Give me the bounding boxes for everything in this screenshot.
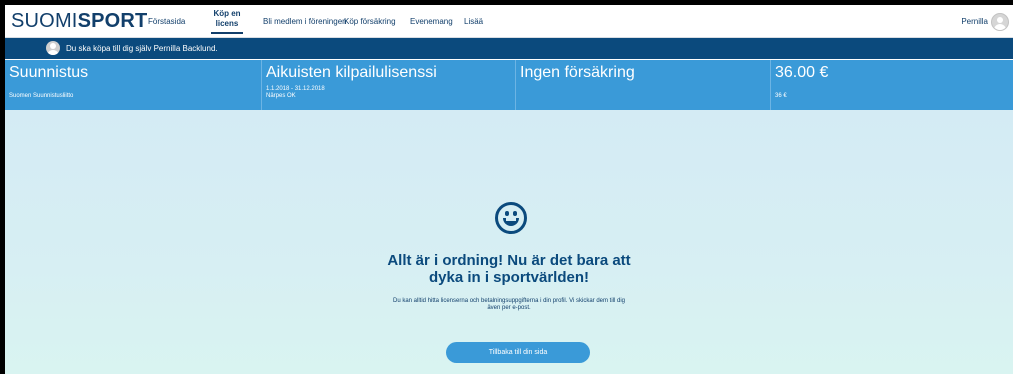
summary-insurance: Ingen försäkring <box>516 60 771 110</box>
nav-item-lisaa[interactable]: Lisää <box>464 17 483 26</box>
nav-item-evenemang[interactable]: Evenemang <box>410 17 453 26</box>
nav-active-line2: licens <box>215 19 239 28</box>
logo[interactable]: SUOMISPORT <box>11 10 147 33</box>
license-title: Aikuisten kilpailulisenssi <box>266 64 437 81</box>
license-dates: 1.1.2018 - 31.12.2018 <box>266 86 325 92</box>
summary-price: 36.00 € 36 € <box>771 60 1013 110</box>
purchase-summary: Suunnistus Suomen Suunnistusliitto Aikui… <box>5 60 1013 110</box>
logo-text-bold: SPORT <box>77 10 148 32</box>
sport-title: Suunnistus <box>9 64 89 81</box>
summary-license: Aikuisten kilpailulisenssi 1.1.2018 - 31… <box>262 60 516 110</box>
buyer-bar: Du ska köpa till dig själv Pernilla Back… <box>5 38 1013 59</box>
nav-active-line1: Köp en <box>213 9 241 18</box>
confirmation-info: Du kan alltid hitta licenserna och betal… <box>364 298 654 312</box>
nav-item-forstasida[interactable]: Förstasida <box>148 17 185 26</box>
top-navigation: SUOMISPORT Förstasida Köp en licens Bli … <box>5 5 1013 38</box>
page-frame: SUOMISPORT Förstasida Köp en licens Bli … <box>5 5 1013 374</box>
insurance-title: Ingen försäkring <box>520 64 635 81</box>
back-to-page-button[interactable]: Tillbaka till din sida <box>446 342 590 363</box>
confirmation-headline: Allt är i ordning! Nu är det bara att dy… <box>359 252 659 286</box>
price-title: 36.00 € <box>775 64 829 81</box>
confirmation-panel: Allt är i ordning! Nu är det bara att dy… <box>5 110 1013 374</box>
nav-item-kop-forsakring[interactable]: Köp försäkring <box>344 17 396 26</box>
nav-item-bli-medlem[interactable]: Bli medlem i föreningen <box>263 17 347 26</box>
user-name[interactable]: Pernilla <box>961 17 988 26</box>
buyer-avatar-icon <box>46 41 60 55</box>
sport-federation: Suomen Suunnistusliitto <box>9 93 74 99</box>
smiley-icon <box>495 202 527 234</box>
buyer-text: Du ska köpa till dig själv Pernilla Back… <box>66 44 218 53</box>
license-club: Närpes OK <box>266 93 296 99</box>
logo-text-plain: SUOMI <box>11 10 78 32</box>
price-sub: 36 € <box>775 93 787 99</box>
user-avatar-icon[interactable] <box>991 13 1009 31</box>
info-line2: även per e-post. <box>487 305 531 311</box>
summary-sport: Suunnistus Suomen Suunnistusliitto <box>5 60 262 110</box>
nav-item-kop-en-licens[interactable]: Köp en licens <box>211 9 243 34</box>
info-line1: Du kan alltid hitta licenserna och betal… <box>392 298 625 304</box>
headline-line1: Allt är i ordning! Nu är det bara att <box>387 252 631 269</box>
headline-line2: dyka in i sportvärlden! <box>428 269 590 286</box>
